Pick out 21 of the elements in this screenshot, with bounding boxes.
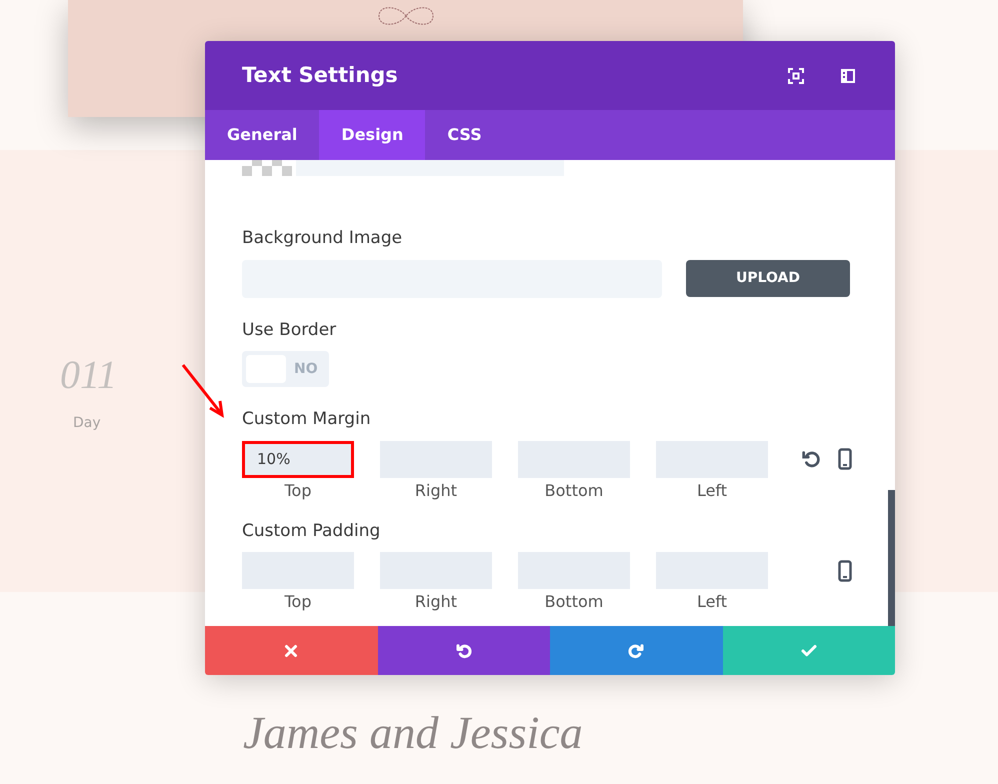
field-caption: Top (284, 591, 312, 613)
tab[interactable]: General (205, 110, 320, 160)
input-field[interactable]: 10% (242, 440, 354, 478)
field-caption: Right (414, 591, 458, 613)
field-caption: Bottom (544, 591, 604, 613)
section-label: Use Border (242, 318, 338, 342)
modal-title: Text Settings (242, 62, 398, 89)
counter-unit: Day (73, 414, 101, 433)
section-label: Custom Margin (242, 408, 372, 431)
tab[interactable]: CSS (425, 110, 504, 160)
tab[interactable]: Design (319, 110, 426, 160)
upload-button[interactable]: UPLOAD (686, 260, 850, 297)
field-caption: Top (284, 480, 312, 502)
field-caption: Left (696, 480, 728, 502)
counter-value: 011 (60, 355, 118, 395)
couple-names: James and Jessica (243, 707, 583, 758)
section-label: Background Image (242, 227, 404, 250)
field-caption: Bottom (544, 480, 604, 502)
field-caption: Right (414, 480, 458, 502)
section-label: Custom Padding (242, 520, 382, 542)
field-caption: Left (696, 591, 728, 613)
